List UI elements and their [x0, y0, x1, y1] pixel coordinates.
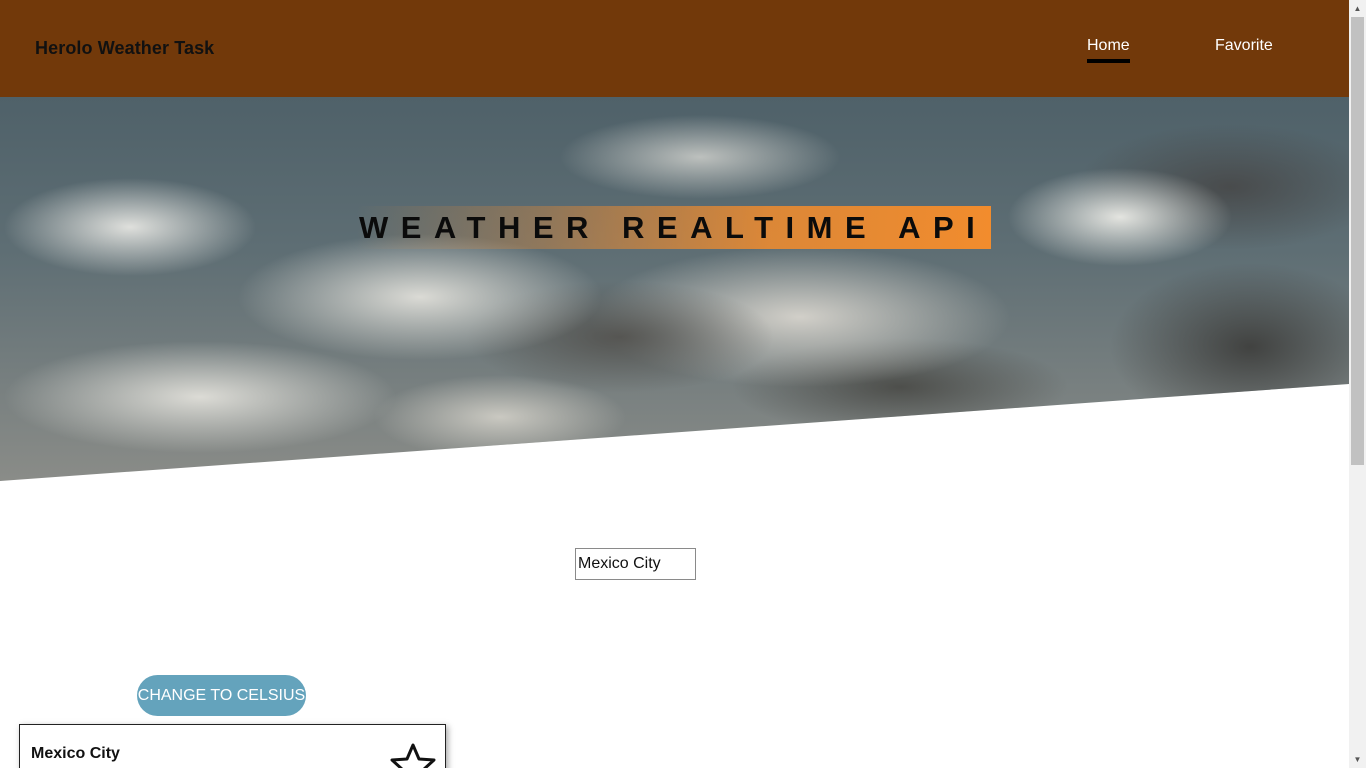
scroll-up-icon[interactable]: ▲: [1349, 0, 1366, 17]
vertical-scrollbar[interactable]: ▲ ▼: [1349, 0, 1366, 768]
navbar: Herolo Weather Task Home Favorite: [0, 0, 1349, 97]
change-unit-button[interactable]: CHANGE TO CELSIUS: [137, 675, 306, 716]
hero-banner: WEATHER REALTIME API: [0, 97, 1349, 481]
city-search-input[interactable]: [575, 548, 696, 580]
weather-card: Mexico City: [19, 724, 446, 768]
brand-title: Herolo Weather Task: [35, 38, 215, 58]
scroll-thumb[interactable]: [1351, 17, 1364, 465]
hero-title: WEATHER REALTIME API: [359, 210, 988, 245]
browser-viewport: Herolo Weather Task Home Favorite WEATHE…: [0, 0, 1366, 768]
scroll-down-icon[interactable]: ▼: [1349, 751, 1366, 768]
page: Herolo Weather Task Home Favorite WEATHE…: [0, 0, 1349, 768]
nav-favorite-link[interactable]: Favorite: [1215, 37, 1273, 59]
card-city-name: Mexico City: [31, 745, 120, 762]
nav-home-link[interactable]: Home: [1087, 37, 1130, 63]
star-outline-icon[interactable]: [388, 741, 438, 768]
